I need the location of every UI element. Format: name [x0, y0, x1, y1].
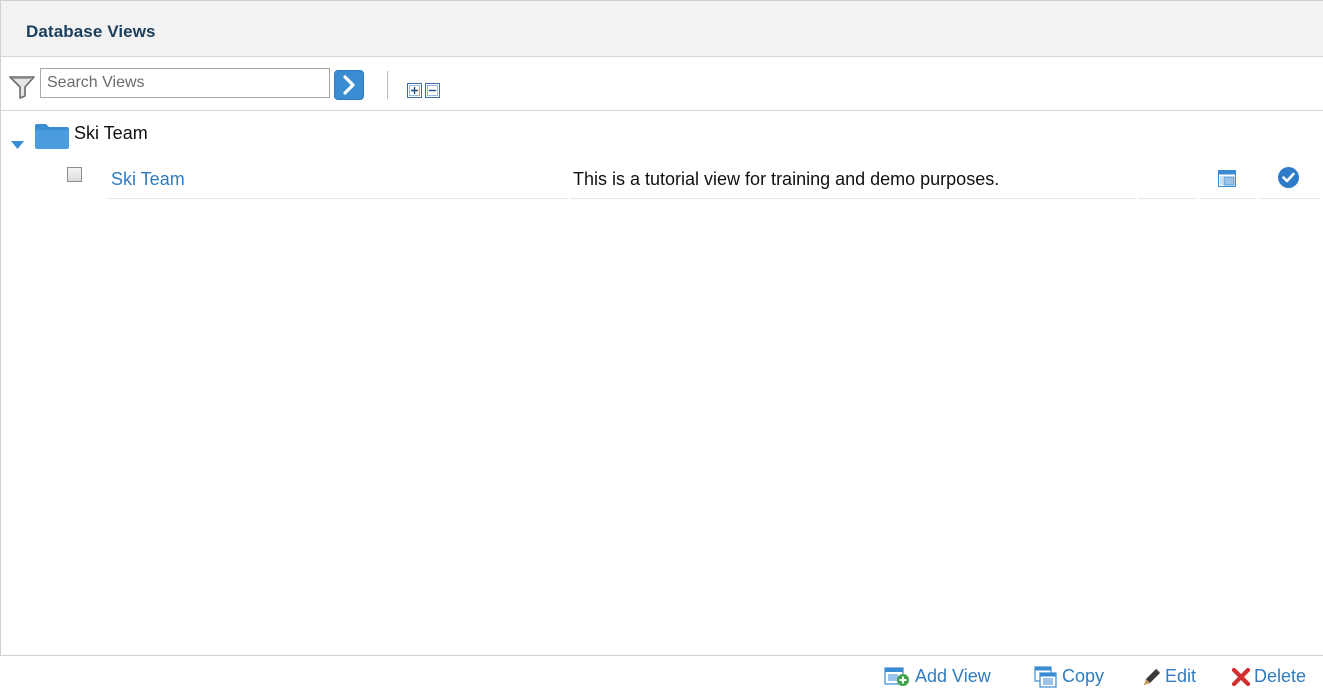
toolbar-separator	[387, 71, 388, 99]
panel-title: Database Views	[26, 22, 156, 41]
filter-icon[interactable]	[8, 75, 38, 99]
footer-actions: Add View Copy Edit Delete	[0, 656, 1323, 692]
delete-label: Delete	[1254, 666, 1307, 686]
add-view-icon	[884, 667, 909, 686]
view-row: Ski Team This is a tutorial view for tra…	[1, 162, 1323, 201]
row-divider	[107, 198, 567, 199]
pencil-icon	[1144, 668, 1161, 685]
window-icon[interactable]	[1218, 170, 1236, 187]
copy-label: Copy	[1062, 666, 1105, 686]
copy-button[interactable]: Copy	[1034, 665, 1114, 689]
tree-folder-row[interactable]: Ski Team	[1, 112, 1323, 152]
go-arrow-icon	[343, 75, 355, 95]
edit-button[interactable]: Edit	[1141, 665, 1201, 689]
row-divider	[1138, 198, 1196, 199]
search-go-button[interactable]	[334, 70, 364, 100]
expand-all-icon[interactable]	[407, 83, 422, 98]
row-divider	[570, 198, 1135, 199]
row-divider	[1199, 198, 1257, 199]
view-description: This is a tutorial view for training and…	[573, 169, 1000, 189]
database-views-panel: Database Views Search Views Ski Team Ski…	[0, 0, 1323, 656]
folder-icon	[35, 124, 69, 149]
view-row-checkbox[interactable]	[67, 167, 82, 182]
collapse-all-icon[interactable]	[425, 83, 440, 98]
add-view-button[interactable]: Add View	[884, 665, 1006, 689]
copy-icon	[1034, 666, 1057, 688]
view-name-link[interactable]: Ski Team	[111, 169, 185, 190]
add-view-label: Add View	[915, 666, 991, 686]
check-circle-icon[interactable]	[1277, 166, 1300, 189]
edit-label: Edit	[1165, 666, 1197, 686]
panel-header: Database Views	[1, 1, 1323, 57]
folder-label: Ski Team	[74, 123, 148, 143]
row-divider	[1260, 198, 1320, 199]
delete-button[interactable]: Delete	[1231, 665, 1323, 689]
delete-x-icon	[1231, 667, 1251, 687]
toolbar	[1, 58, 1323, 111]
search-input[interactable]	[40, 68, 330, 98]
caret-down-icon[interactable]	[11, 141, 24, 150]
